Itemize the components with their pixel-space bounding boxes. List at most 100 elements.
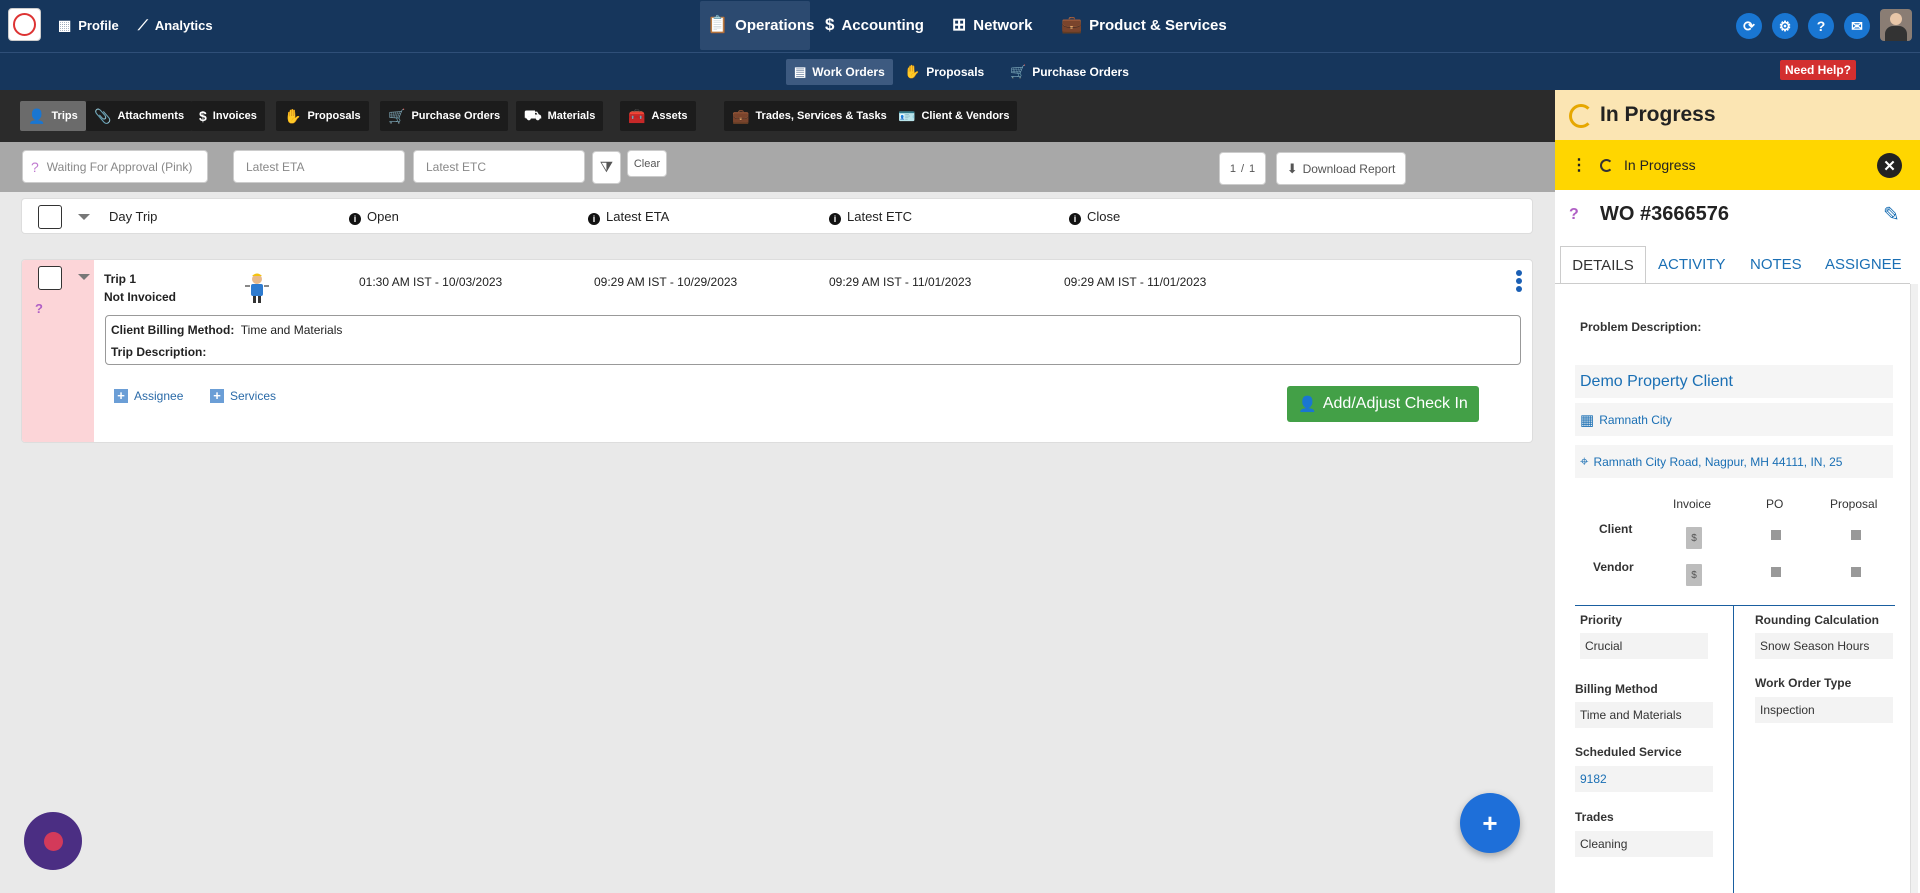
edit-pencil-icon[interactable]: ✎ <box>1883 202 1900 227</box>
plus-icon: + <box>114 389 128 403</box>
nav-network[interactable]: ⊞ Network <box>952 0 1032 50</box>
location-name: Ramnath City <box>1599 412 1672 427</box>
chat-icon[interactable]: ✉ <box>1844 13 1870 39</box>
nav-accounting[interactable]: $ Accounting <box>825 0 924 50</box>
nav-analytics-label: Analytics <box>154 17 213 33</box>
header-latest-etc: i Latest ETC <box>829 209 912 225</box>
tab-purchase-orders[interactable]: 🛒 Purchase Orders <box>380 101 509 131</box>
subnav-work-orders-label: Work Orders <box>812 65 885 79</box>
tab-materials[interactable]: ⛟ Materials <box>516 101 604 131</box>
company-logo[interactable] <box>8 8 41 41</box>
client-po-icon[interactable] <box>1771 530 1781 540</box>
vendor-po-icon[interactable] <box>1771 567 1781 577</box>
subnav-proposals-label: Proposals <box>926 65 985 79</box>
panel-scrollbar[interactable] <box>1910 284 1918 893</box>
client-proposal-icon[interactable] <box>1851 530 1861 540</box>
status-filter[interactable]: ? Waiting For Approval (Pink) <box>22 150 208 183</box>
row-checkbox[interactable] <box>38 266 62 290</box>
tab-notes[interactable]: NOTES <box>1750 256 1802 273</box>
row-menu-icon[interactable] <box>1516 270 1522 294</box>
trades-value[interactable]: Cleaning <box>1575 831 1713 857</box>
tab-materials-label: Materials <box>547 110 596 122</box>
table-row: ? Trip 1 Not Invoiced 01:30 AM IST - 10/… <box>21 259 1533 443</box>
address-row[interactable]: ⌖ Ramnath City Road, Nagpur, MH 44111, I… <box>1575 445 1893 478</box>
spinner-icon <box>1569 104 1593 128</box>
more-vertical-icon[interactable]: ⋮ <box>1571 155 1587 175</box>
subnav-work-orders[interactable]: ▤ Work Orders <box>786 59 893 85</box>
tab-details[interactable]: DETAILS <box>1560 246 1646 284</box>
tab-assignee[interactable]: ASSIGNEE <box>1825 256 1902 273</box>
help-icon[interactable]: ? <box>1808 13 1834 39</box>
close-icon[interactable]: ✕ <box>1877 153 1902 178</box>
logo-ring <box>13 13 36 36</box>
add-fab-button[interactable]: + <box>1460 793 1520 853</box>
matrix-row-vendor: Vendor <box>1593 560 1634 574</box>
need-help-button[interactable]: Need Help? <box>1780 60 1857 80</box>
scheduled-service-value[interactable]: 9182 <box>1575 766 1713 792</box>
map-pin-icon: ? <box>31 158 39 175</box>
page-sep: / <box>1240 162 1245 175</box>
subnav-purchase-orders[interactable]: 🛒 Purchase Orders <box>1002 59 1137 85</box>
add-services-label: Services <box>230 389 277 403</box>
cart-icon: 🛒 <box>1010 64 1027 79</box>
chart-line-icon: ⟋ <box>138 16 148 33</box>
billing-box: Client Billing Method: Time and Material… <box>105 315 1521 365</box>
vendor-invoice-icon[interactable]: $ <box>1686 564 1702 586</box>
work-order-type-value[interactable]: Inspection <box>1755 697 1893 723</box>
nav-product-services-label: Product & Services <box>1089 16 1227 34</box>
add-services-link[interactable]: + Services <box>210 389 276 403</box>
page-current: 1 <box>1229 162 1236 175</box>
work-order-panel: In Progress ⋮ In Progress ✕ ? WO #366657… <box>1555 90 1920 893</box>
building-icon: ▦ <box>58 16 72 33</box>
sync-icon[interactable]: ⟳ <box>1736 13 1762 39</box>
header-day-trip: Day Trip <box>109 209 158 224</box>
latest-etc-placeholder: Latest ETC <box>426 159 487 174</box>
tab-assets[interactable]: 🧰 Assets <box>620 101 696 131</box>
tab-trades-services-tasks[interactable]: 💼 Trades, Services & Tasks <box>724 101 895 131</box>
client-name[interactable]: Demo Property Client <box>1575 365 1893 398</box>
info-icon: i <box>829 213 841 225</box>
nav-network-label: Network <box>973 16 1033 34</box>
client-invoice-icon[interactable]: $ <box>1686 527 1702 549</box>
page-total: 1 <box>1249 162 1256 175</box>
nav-profile[interactable]: ▦ Profile <box>58 0 119 50</box>
subnav-proposals[interactable]: ✋ Proposals <box>896 59 992 85</box>
priority-value[interactable]: Crucial <box>1580 633 1708 659</box>
chevron-down-icon[interactable] <box>78 274 90 280</box>
nav-analytics[interactable]: ⟋ Analytics <box>138 0 213 50</box>
add-assignee-link[interactable]: + Assignee <box>114 389 183 403</box>
billing-method-value[interactable]: Time and Materials <box>1575 702 1713 728</box>
add-adjust-checkin-button[interactable]: 👤 Add/Adjust Check In <box>1287 386 1479 422</box>
matrix-col-invoice: Invoice <box>1673 497 1712 511</box>
chat-widget-button[interactable] <box>24 812 82 870</box>
clear-button[interactable]: Clear <box>627 150 667 177</box>
tab-client-vendors[interactable]: 🪪 Client & Vendors <box>890 101 1018 131</box>
tab-invoices[interactable]: $ Invoices <box>191 101 265 131</box>
sub-nav: ▤ Work Orders ✋ Proposals 🛒 Purchase Ord… <box>0 52 1920 90</box>
download-report-button[interactable]: ⬇ Download Report <box>1276 152 1406 185</box>
tabs-bar: 👤 Trips 📎 Attachments $ Invoices ✋ Propo… <box>0 90 1555 142</box>
user-avatar[interactable] <box>1880 9 1912 41</box>
filter-icon[interactable]: ⧩ <box>592 151 621 184</box>
vendor-proposal-icon[interactable] <box>1851 567 1861 577</box>
select-all-checkbox[interactable] <box>38 205 62 229</box>
tab-activity[interactable]: ACTIVITY <box>1658 256 1726 273</box>
download-icon: ⬇ <box>1286 160 1298 176</box>
rounding-value[interactable]: Snow Season Hours <box>1755 633 1893 659</box>
status-bar[interactable]: ⋮ In Progress ✕ <box>1555 140 1920 190</box>
technician-icon <box>245 273 269 303</box>
tab-trips[interactable]: 👤 Trips <box>20 101 86 131</box>
chevron-down-icon[interactable] <box>78 214 90 220</box>
status-header: In Progress <box>1555 90 1920 140</box>
tab-attachments[interactable]: 📎 Attachments <box>86 101 193 131</box>
latest-etc-input[interactable]: Latest ETC <box>413 150 585 183</box>
location-row[interactable]: ▦ Ramnath City <box>1575 403 1893 436</box>
nav-operations[interactable]: 📋 Operations <box>707 0 814 50</box>
tab-proposals[interactable]: ✋ Proposals <box>276 101 369 131</box>
gear-icon[interactable]: ⚙ <box>1772 13 1798 39</box>
address-text: Ramnath City Road, Nagpur, MH 44111, IN,… <box>1593 454 1843 469</box>
nav-product-services[interactable]: 💼 Product & Services <box>1061 0 1227 50</box>
latest-eta-input[interactable]: Latest ETA <box>233 150 405 183</box>
matrix-row-client: Client <box>1599 522 1633 536</box>
trip-open-date: 01:30 AM IST - 10/03/2023 <box>359 275 503 289</box>
